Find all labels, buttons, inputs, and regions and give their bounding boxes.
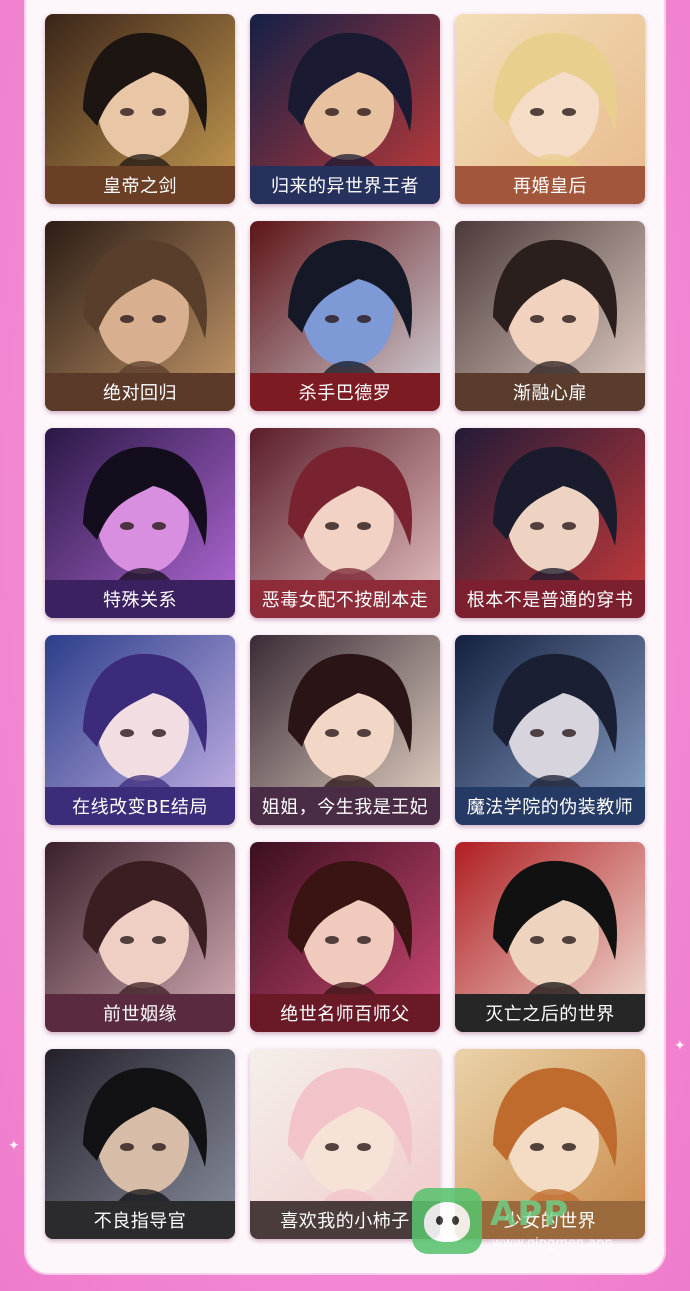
comic-title: 根本不是普通的穿书 (455, 580, 645, 618)
comic-card[interactable]: 灭亡之后的世界 (455, 842, 645, 1032)
comic-title: 特殊关系 (45, 580, 235, 618)
comic-card[interactable]: 在线改变BE结局 (45, 635, 235, 825)
comic-card[interactable]: 姐姐，今生我是王妃 (250, 635, 440, 825)
watermark: APP www.qingmen.app (412, 1188, 652, 1260)
comic-title: 皇帝之剑 (45, 166, 235, 204)
comic-grid: 皇帝之剑 归来的异世界王者 再婚皇后绝对回归 杀手巴德罗 渐融心扉特殊关系 恶毒女配不按剧… (45, 14, 645, 1239)
comic-title: 在线改变BE结局 (45, 787, 235, 825)
comic-card[interactable]: 魔法学院的伪装教师 (455, 635, 645, 825)
comic-title: 渐融心扉 (455, 373, 645, 411)
comic-title: 绝对回归 (45, 373, 235, 411)
comic-card[interactable]: 归来的异世界王者 (250, 14, 440, 204)
comic-title: 前世姻缘 (45, 994, 235, 1032)
comic-card[interactable]: 绝对回归 (45, 221, 235, 411)
comic-title: 灭亡之后的世界 (455, 994, 645, 1032)
comic-title: 不良指导官 (45, 1201, 235, 1239)
comic-card[interactable]: 前世姻缘 (45, 842, 235, 1032)
comic-card[interactable]: 恶毒女配不按剧本走 (250, 428, 440, 618)
comic-card[interactable]: 根本不是普通的穿书 (455, 428, 645, 618)
comic-card[interactable]: 不良指导官 (45, 1049, 235, 1239)
comic-title: 姐姐，今生我是王妃 (250, 787, 440, 825)
comic-card[interactable]: 皇帝之剑 (45, 14, 235, 204)
comic-title: 恶毒女配不按剧本走 (250, 580, 440, 618)
watermark-url: www.qingmen.app (492, 1236, 613, 1251)
comic-title: 绝世名师百师父 (250, 994, 440, 1032)
comic-card[interactable]: 特殊关系 (45, 428, 235, 618)
comic-card[interactable]: 渐融心扉 (455, 221, 645, 411)
comic-card[interactable]: 再婚皇后 (455, 14, 645, 204)
sparkle-icon: ✦ (674, 1038, 686, 1054)
sparkle-icon: ✦ (8, 1138, 20, 1154)
comic-title: 杀手巴德罗 (250, 373, 440, 411)
watermark-brand: APP (490, 1194, 570, 1234)
comic-title: 归来的异世界王者 (250, 166, 440, 204)
watermark-logo-icon (412, 1188, 482, 1254)
comic-card[interactable]: 杀手巴德罗 (250, 221, 440, 411)
comic-title: 再婚皇后 (455, 166, 645, 204)
comic-card[interactable]: 绝世名师百师父 (250, 842, 440, 1032)
comic-title: 魔法学院的伪装教师 (455, 787, 645, 825)
